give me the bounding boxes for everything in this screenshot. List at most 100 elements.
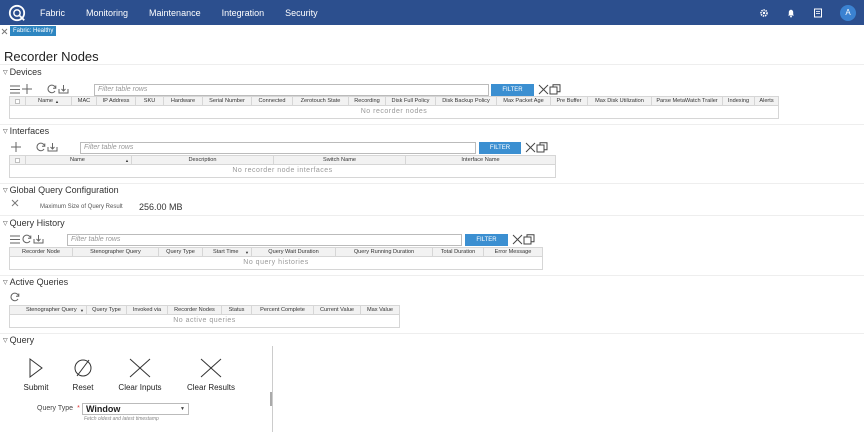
column-header[interactable]: Zerotouch State [293,97,349,105]
collapse-triangle-icon[interactable]: ▽ [3,69,8,76]
menu-icon[interactable] [10,85,20,94]
window-restore-icon[interactable] [523,234,535,245]
nav-fabric[interactable]: Fabric [40,8,65,18]
column-header[interactable]: Recorder Node [10,248,73,256]
select-all-checkbox[interactable] [10,97,26,105]
sort-descending-icon[interactable]: ▼ [80,308,84,313]
column-header[interactable]: MAC [72,97,97,105]
column-header[interactable]: SKU [136,97,164,105]
refresh-icon[interactable] [36,142,46,152]
column-header-stenographer-query[interactable]: Stenographer Query ▼ [10,306,87,314]
section-query-history[interactable]: ▽ Query History [3,218,65,228]
sort-ascending-icon[interactable]: ▲ [125,158,129,163]
column-header[interactable]: Invoked via [127,306,168,314]
column-header[interactable]: Query Type [87,306,127,314]
add-icon[interactable] [11,142,21,152]
avatar[interactable]: A [840,4,856,21]
resize-handle[interactable] [270,392,272,406]
column-header[interactable]: Disk Backup Policy [436,97,497,105]
column-header[interactable]: Error Message [484,248,542,256]
nav-integration[interactable]: Integration [222,8,265,18]
chevron-down-icon[interactable]: ▼ [180,406,185,412]
logo-icon[interactable] [8,4,26,22]
column-header[interactable]: Connected [252,97,293,105]
column-header[interactable]: Max Disk Utilization [588,97,652,105]
column-header[interactable]: Recording [349,97,386,105]
refresh-icon[interactable] [10,292,20,302]
clear-filter-icon[interactable] [512,234,523,245]
clear-results-button[interactable]: Clear Results [182,358,240,392]
column-header-start-time[interactable]: Start Time ▼ [203,248,252,256]
section-active-queries[interactable]: ▽ Active Queries [3,277,68,287]
section-interfaces[interactable]: ▽ Interfaces [3,126,49,136]
checkbox-icon[interactable] [15,98,20,104]
column-header[interactable]: Max Value [361,306,399,314]
status-badge[interactable]: Fabric: Healthy [10,26,57,36]
checkbox-icon[interactable] [15,157,20,163]
column-header[interactable]: Indexing [723,97,755,105]
column-header[interactable]: Hardware [164,97,203,105]
collapse-triangle-icon[interactable]: ▽ [3,187,8,194]
column-header[interactable]: Description [132,156,274,164]
section-devices[interactable]: ▽ Devices [3,67,42,77]
section-global-query-configuration[interactable]: ▽ Global Query Configuration [3,185,119,195]
column-header[interactable]: Query Running Duration [336,248,433,256]
column-header[interactable]: Switch Name [274,156,406,164]
export-icon[interactable] [47,142,58,152]
column-header[interactable]: IP Address [97,97,136,105]
gear-icon[interactable] [759,8,769,18]
export-icon[interactable] [33,234,44,244]
column-header[interactable]: Total Duration [433,248,484,256]
column-header[interactable]: Max Packet Age [497,97,551,105]
select-all-checkbox[interactable] [10,156,26,164]
submit-button[interactable]: Submit [18,358,54,392]
column-header[interactable]: Serial Number [203,97,252,105]
column-header[interactable]: Alerts [755,97,778,105]
bell-icon[interactable] [786,8,796,18]
collapse-triangle-icon[interactable]: ▽ [3,220,8,227]
sort-descending-icon[interactable]: ▼ [245,250,249,255]
add-icon[interactable] [22,84,32,94]
column-header[interactable]: Recorder Nodes [168,306,222,314]
column-header[interactable]: Parse MetaWatch Trailer [652,97,723,105]
sort-ascending-icon[interactable]: ▲ [55,99,59,104]
query-type-select[interactable]: Window ▼ [82,403,189,415]
clear-filter-icon[interactable] [525,142,536,153]
column-header[interactable]: Query Type [159,248,203,256]
document-icon[interactable] [813,8,823,18]
column-header-name[interactable]: Name ▲ [26,156,132,164]
reset-button[interactable]: Reset [67,358,99,392]
export-icon[interactable] [58,84,69,94]
column-header-name[interactable]: Name ▲ [26,97,72,105]
tools-icon[interactable] [1,28,8,35]
clear-filter-icon[interactable] [538,84,549,95]
nav-security[interactable]: Security [285,8,318,18]
column-header[interactable]: Percent Complete [252,306,314,314]
column-header[interactable]: Pre Buffer [551,97,588,105]
nav-monitoring[interactable]: Monitoring [86,8,128,18]
window-restore-icon[interactable] [536,142,548,153]
devices-filter-button[interactable]: FILTER [491,84,534,96]
column-header[interactable]: Stenographer Query [73,248,159,256]
column-header[interactable]: Disk Full Policy [386,97,436,105]
query-history-filter-input[interactable]: Filter table rows [67,234,462,246]
devices-filter-input[interactable]: Filter table rows [94,84,489,96]
column-header[interactable]: Current Value [314,306,361,314]
section-query[interactable]: ▽ Query [3,335,34,345]
query-history-filter-button[interactable]: FILTER [465,234,508,246]
collapse-triangle-icon[interactable]: ▽ [3,279,8,286]
refresh-icon[interactable] [22,234,32,244]
interfaces-filter-input[interactable]: Filter table rows [80,142,476,154]
interfaces-filter-button[interactable]: FILTER [479,142,521,154]
clear-inputs-button[interactable]: Clear Inputs [114,358,166,392]
column-header[interactable]: Status [222,306,252,314]
tools-icon[interactable] [11,199,19,207]
refresh-icon[interactable] [47,84,57,94]
collapse-triangle-icon[interactable]: ▽ [3,337,8,344]
menu-icon[interactable] [10,235,20,244]
nav-maintenance[interactable]: Maintenance [149,8,201,18]
column-header[interactable]: Interface Name [406,156,555,164]
window-restore-icon[interactable] [549,84,561,95]
column-header[interactable]: Query Wait Duration [252,248,336,256]
collapse-triangle-icon[interactable]: ▽ [3,128,8,135]
